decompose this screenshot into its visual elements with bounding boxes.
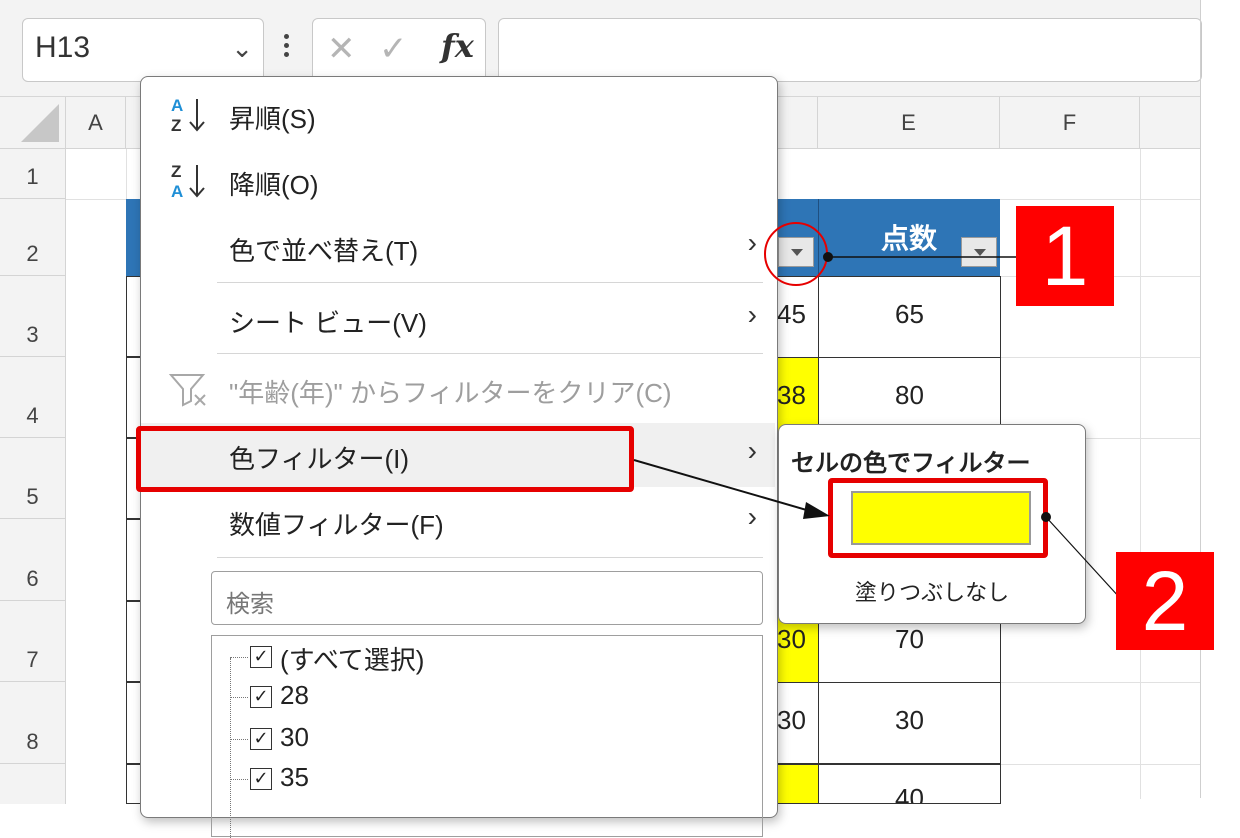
annotation-lines — [633, 252, 1121, 599]
callout-badge-1: 1 — [1016, 206, 1114, 306]
callout-badge-2: 2 — [1116, 552, 1214, 650]
